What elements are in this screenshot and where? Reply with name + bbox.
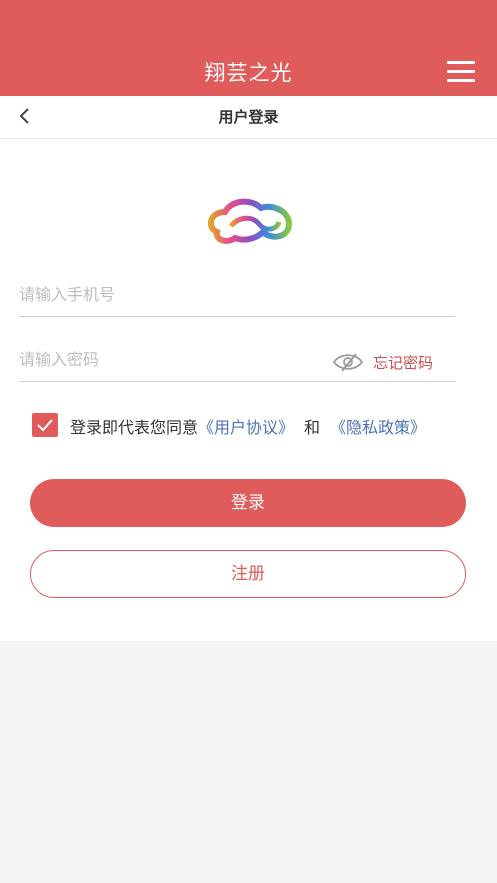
agreement-prefix: 登录即代表您同意 [70, 418, 199, 437]
user-agreement-link[interactable]: 《用户协议》 [198, 418, 294, 437]
menu-icon[interactable] [447, 61, 475, 83]
app-header: 翔芸之光 [0, 0, 497, 96]
agreement-connector: 和 [304, 418, 321, 437]
password-input[interactable] [19, 341, 319, 377]
eye-hidden-icon[interactable] [332, 351, 364, 373]
page-header: 用户登录 [0, 96, 497, 139]
phone-field [19, 276, 455, 317]
password-field: 忘记密码 [19, 341, 455, 382]
privacy-policy-link[interactable]: 《隐私政策》 [330, 418, 426, 437]
check-icon [37, 419, 53, 432]
logo-cloud [205, 194, 293, 250]
app-title: 翔芸之光 [204, 61, 293, 85]
login-button[interactable]: 登录 [30, 479, 466, 527]
agreement-checkbox[interactable] [32, 413, 58, 437]
agreement-text: 登录即代表您同意《用户协议》和《隐私政策》 [70, 414, 426, 438]
phone-input[interactable] [19, 276, 319, 312]
forgot-password-link[interactable]: 忘记密码 [373, 352, 433, 373]
page-title: 用户登录 [218, 108, 279, 126]
login-panel: 忘记密码 登录即代表您同意《用户协议》和《隐私政策》 登录 注册 [0, 139, 497, 641]
register-button[interactable]: 注册 [30, 550, 466, 598]
